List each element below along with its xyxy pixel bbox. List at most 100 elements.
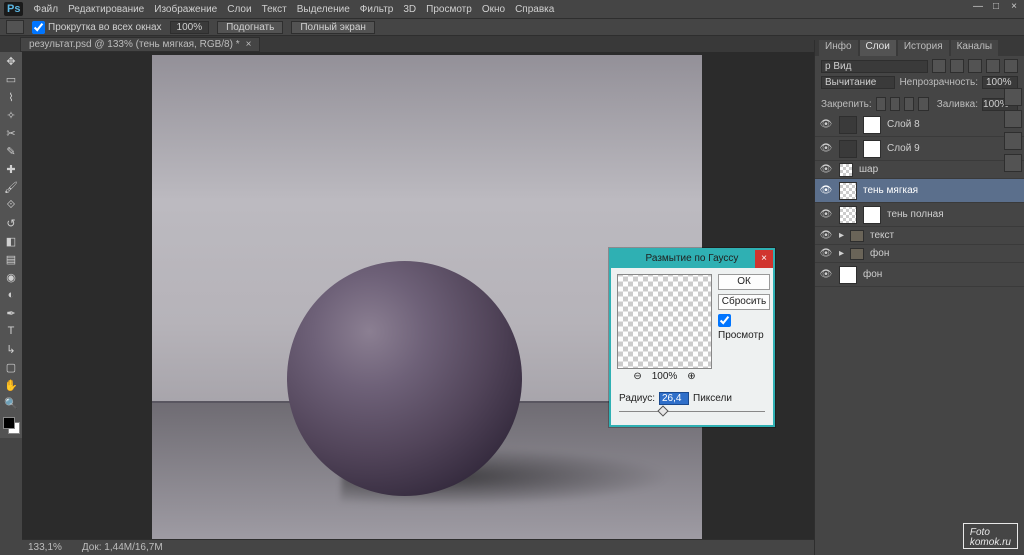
dodge-tool[interactable]: ◐	[0, 286, 22, 304]
tab-layers[interactable]: Слои	[860, 40, 896, 56]
visibility-icon[interactable]: 👁	[819, 209, 833, 220]
blur-tool[interactable]: ◉	[0, 268, 22, 286]
layer-name[interactable]: тень мягкая	[863, 185, 918, 196]
crop-tool[interactable]: ✂	[0, 124, 22, 142]
filter-image-icon[interactable]	[932, 59, 946, 73]
menu-window[interactable]: Окно	[482, 4, 505, 15]
dock-color-icon[interactable]	[1004, 88, 1022, 106]
layer-row[interactable]: 👁 Слой 8	[815, 113, 1024, 137]
path-tool[interactable]: ↳	[0, 340, 22, 358]
layer-name[interactable]: тень полная	[887, 209, 944, 220]
menu-3d[interactable]: 3D	[403, 4, 416, 15]
layer-row-selected[interactable]: 👁 тень мягкая	[815, 179, 1024, 203]
wand-tool[interactable]: ✧	[0, 106, 22, 124]
layer-row[interactable]: 👁 ▸ фон	[815, 245, 1024, 263]
visibility-icon[interactable]: 👁	[819, 269, 833, 280]
zoom-out-icon[interactable]: ⊖	[633, 371, 641, 382]
menu-image[interactable]: Изображение	[154, 4, 217, 15]
status-zoom[interactable]: 133,1%	[28, 542, 62, 553]
fit-button[interactable]: Подогнать	[217, 21, 283, 34]
visibility-icon[interactable]: 👁	[819, 185, 833, 196]
zoom-input[interactable]: 100%	[170, 21, 210, 34]
layer-kind-filter[interactable]	[821, 60, 928, 73]
tab-channels[interactable]: Каналы	[951, 40, 999, 56]
document-tab-close[interactable]: ×	[246, 39, 252, 50]
dialog-close-button[interactable]: ×	[755, 250, 773, 268]
menu-text[interactable]: Текст	[262, 4, 287, 15]
blur-preview[interactable]	[617, 274, 712, 369]
layer-thumb[interactable]	[839, 116, 857, 134]
lock-all-icon[interactable]	[918, 97, 928, 111]
status-info[interactable]: Док: 1,44М/16,7М	[82, 542, 163, 553]
layer-thumb[interactable]	[839, 266, 857, 284]
lock-transparency-icon[interactable]	[876, 97, 886, 111]
brush-tool[interactable]: 🖌	[0, 178, 22, 196]
lasso-tool[interactable]: ⌇	[0, 88, 22, 106]
close-button[interactable]: ×	[1008, 2, 1020, 14]
menu-help[interactable]: Справка	[515, 4, 554, 15]
visibility-icon[interactable]: 👁	[819, 143, 833, 154]
minimize-button[interactable]: —	[972, 2, 984, 14]
visibility-icon[interactable]: 👁	[819, 230, 833, 241]
gradient-tool[interactable]: ▤	[0, 250, 22, 268]
layer-mask-thumb[interactable]	[863, 116, 881, 134]
menu-select[interactable]: Выделение	[297, 4, 350, 15]
color-swatches[interactable]	[2, 416, 20, 434]
heal-tool[interactable]: ✚	[0, 160, 22, 178]
layer-row[interactable]: 👁фон	[815, 263, 1024, 287]
preview-checkbox[interactable]: Просмотр	[718, 314, 770, 341]
layer-mask-thumb[interactable]	[863, 206, 881, 224]
menu-view[interactable]: Просмотр	[426, 4, 472, 15]
layer-row[interactable]: 👁 тень полная	[815, 203, 1024, 227]
marquee-tool[interactable]: ▭	[0, 70, 22, 88]
menu-edit[interactable]: Редактирование	[68, 4, 144, 15]
layer-thumb[interactable]	[839, 206, 857, 224]
layer-name[interactable]: Слой 8	[887, 119, 920, 130]
blend-mode-select[interactable]	[821, 76, 895, 89]
fullscreen-button[interactable]: Полный экран	[291, 21, 375, 34]
dialog-title[interactable]: Размытие по Гауссу ×	[611, 250, 773, 268]
hand-tool[interactable]: ✋	[0, 376, 22, 394]
slider-thumb[interactable]	[657, 405, 668, 416]
layer-row[interactable]: 👁 шар	[815, 161, 1024, 179]
stamp-tool[interactable]: ⟐	[0, 196, 22, 214]
dock-adjust-icon[interactable]	[1004, 132, 1022, 150]
folder-icon[interactable]	[850, 248, 864, 260]
reset-button[interactable]: Сбросить	[718, 294, 770, 310]
layer-thumb[interactable]	[839, 140, 857, 158]
menu-layers[interactable]: Слои	[227, 4, 251, 15]
ok-button[interactable]: ОК	[718, 274, 770, 290]
type-tool[interactable]: T	[0, 322, 22, 340]
layer-row[interactable]: 👁 ▸ текст	[815, 227, 1024, 245]
lock-pixels-icon[interactable]	[890, 97, 900, 111]
layer-name[interactable]: текст	[870, 230, 894, 241]
filter-adjustment-icon[interactable]	[950, 59, 964, 73]
hand-tool-icon[interactable]	[6, 20, 24, 34]
visibility-icon[interactable]: 👁	[819, 119, 833, 130]
layer-mask-thumb[interactable]	[863, 140, 881, 158]
radius-input[interactable]	[659, 392, 689, 405]
layer-name[interactable]: Слой 9	[887, 143, 920, 154]
folder-toggle-icon[interactable]: ▸	[839, 248, 844, 259]
radius-slider[interactable]	[619, 407, 765, 417]
shape-tool[interactable]: ▢	[0, 358, 22, 376]
folder-icon[interactable]	[850, 230, 864, 242]
pen-tool[interactable]: ✒	[0, 304, 22, 322]
layer-thumb[interactable]	[839, 163, 853, 177]
layer-name[interactable]: фон	[870, 248, 889, 259]
menu-file[interactable]: Файл	[33, 4, 58, 15]
visibility-icon[interactable]: 👁	[819, 164, 833, 175]
visibility-icon[interactable]: 👁	[819, 248, 833, 259]
folder-toggle-icon[interactable]: ▸	[839, 230, 844, 241]
zoom-in-icon[interactable]: ⊕	[687, 371, 695, 382]
layer-row[interactable]: 👁 Слой 9	[815, 137, 1024, 161]
lock-position-icon[interactable]	[904, 97, 914, 111]
layer-name[interactable]: шар	[859, 164, 878, 175]
maximize-button[interactable]: □	[990, 2, 1002, 14]
layer-thumb[interactable]	[839, 182, 857, 200]
filter-text-icon[interactable]	[968, 59, 982, 73]
eyedropper-tool[interactable]: ✎	[0, 142, 22, 160]
move-tool[interactable]: ✥	[0, 52, 22, 70]
eraser-tool[interactable]: ◧	[0, 232, 22, 250]
scroll-all-windows-checkbox[interactable]: Прокрутка во всех окнах	[32, 21, 162, 34]
